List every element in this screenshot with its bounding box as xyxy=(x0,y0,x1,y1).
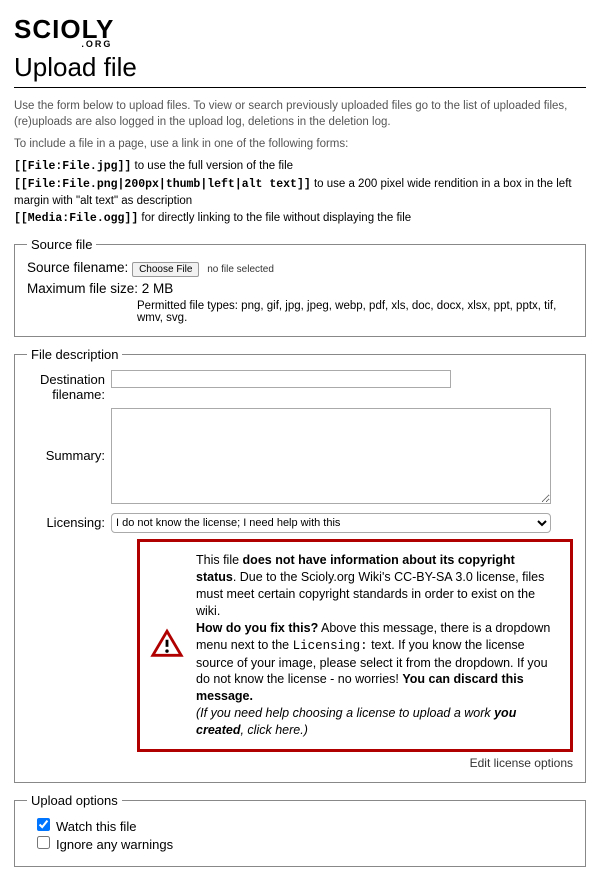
site-logo: SCIOLY.ORG xyxy=(14,14,114,49)
upload-options-fieldset: Upload options Watch this file Ignore an… xyxy=(14,793,586,867)
ignore-warnings-checkbox[interactable] xyxy=(37,836,50,849)
source-file-fieldset: Source file Source filename: Choose File… xyxy=(14,237,586,337)
ignore-warnings-option[interactable]: Ignore any warnings xyxy=(37,836,573,852)
summary-textarea[interactable] xyxy=(111,408,551,504)
source-file-legend: Source file xyxy=(27,237,96,252)
watch-file-checkbox[interactable] xyxy=(37,818,50,831)
watch-file-option[interactable]: Watch this file xyxy=(37,818,573,834)
syntax-desc-3: for directly linking to the file without… xyxy=(138,212,411,224)
destination-filename-input[interactable] xyxy=(111,370,451,388)
no-file-text: no file selected xyxy=(207,264,274,275)
page-title: Upload file xyxy=(14,52,586,83)
file-description-fieldset: File description Destination filename: S… xyxy=(14,347,586,783)
divider xyxy=(14,87,586,88)
syntax-examples: [[File:File.jpg]] to use the full versio… xyxy=(14,158,586,227)
licensing-label: Licensing: xyxy=(27,513,111,530)
destination-filename-label: Destination filename: xyxy=(27,370,111,402)
syntax-desc-1: to use the full version of the file xyxy=(131,160,293,172)
syntax-code-3: [[Media:File.ogg]] xyxy=(14,212,138,225)
syntax-code-1: [[File:File.jpg]] xyxy=(14,160,131,173)
licensing-select[interactable]: I do not know the license; I need help w… xyxy=(111,513,551,533)
choose-file-button[interactable]: Choose File xyxy=(132,262,199,277)
source-filename-label: Source filename: xyxy=(27,260,128,275)
intro-text-2: To include a file in a page, use a link … xyxy=(14,136,586,152)
max-file-size: Maximum file size: 2 MB xyxy=(27,281,573,296)
upload-options-legend: Upload options xyxy=(27,793,122,808)
file-description-legend: File description xyxy=(27,347,122,362)
edit-license-options-link[interactable]: Edit license options xyxy=(27,756,573,770)
permitted-types: Permitted file types: png, gif, jpg, jpe… xyxy=(137,300,573,324)
intro-text-1: Use the form below to upload files. To v… xyxy=(14,98,586,130)
warning-icon xyxy=(150,627,184,664)
license-warning-text: This file does not have information abou… xyxy=(196,552,556,739)
header: SCIOLY.ORG Upload file xyxy=(14,14,586,88)
syntax-code-2: [[File:File.png|200px|thumb|left|alt tex… xyxy=(14,178,311,191)
summary-label: Summary: xyxy=(27,408,111,463)
license-warning-box: This file does not have information abou… xyxy=(137,539,573,752)
